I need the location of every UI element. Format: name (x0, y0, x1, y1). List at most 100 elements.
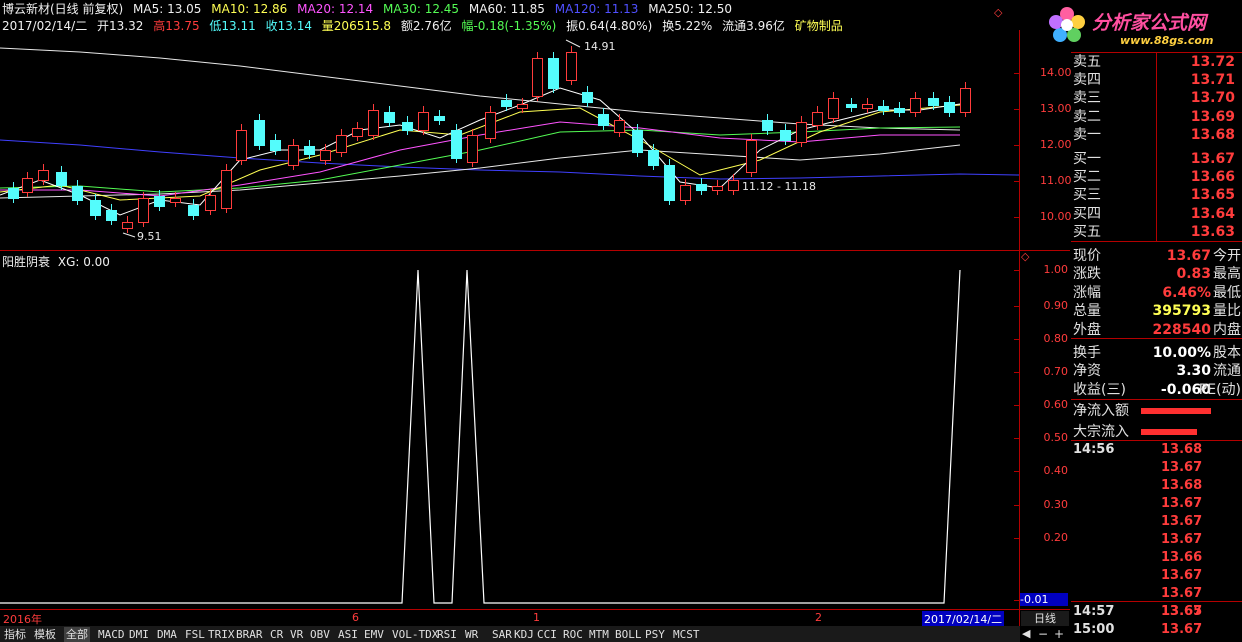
candle-body[interactable] (828, 98, 839, 119)
quote-row[interactable]: 涨跌 0.83 最高 (1073, 265, 1241, 283)
indicator-tab[interactable]: KDJ (512, 627, 536, 642)
finance-row[interactable]: 换手 10.00% 股本 (1073, 344, 1241, 362)
indicator-tab[interactable]: VOL-TDX (390, 627, 440, 642)
candle-body[interactable] (72, 186, 83, 201)
ask-level[interactable]: 卖二 13.69 (1073, 108, 1241, 126)
candle-body[interactable] (188, 205, 199, 216)
candle-body[interactable] (402, 122, 413, 131)
indicator-tab[interactable]: TRIX (206, 627, 237, 642)
indicator-tab[interactable]: BOLL (613, 627, 644, 642)
candle-body[interactable] (138, 198, 149, 223)
ask-level[interactable]: 卖四 13.71 (1073, 71, 1241, 89)
candle-body[interactable] (236, 130, 247, 161)
indicator-tab[interactable]: CCI (535, 627, 559, 642)
indicator-tab[interactable]: RSI (435, 627, 459, 642)
quote-row[interactable]: 涨幅 6.46% 最低 (1073, 284, 1241, 302)
indicator-tab[interactable]: DMI (127, 627, 151, 642)
quote-row[interactable]: 外盘 228540 内盘 (1073, 321, 1241, 339)
candle-body[interactable] (352, 128, 363, 137)
candle-body[interactable] (8, 188, 19, 199)
bid-level[interactable]: 买四 13.64 (1073, 205, 1241, 223)
candle-body[interactable] (712, 186, 723, 191)
candle-body[interactable] (517, 104, 528, 109)
indicator-tab[interactable]: ASI (336, 627, 360, 642)
candle-body[interactable] (796, 122, 807, 143)
candle-body[interactable] (22, 178, 33, 193)
candle-body[interactable] (566, 52, 577, 81)
candle-body[interactable] (434, 116, 445, 121)
candle-body[interactable] (846, 104, 857, 108)
candle-body[interactable] (894, 108, 905, 113)
ask-level[interactable]: 卖五 13.72 (1073, 53, 1241, 71)
indicator-tab[interactable]: PSY (643, 627, 667, 642)
zoom-in-icon[interactable]: + (1054, 627, 1064, 641)
chart-canvas[interactable] (0, 0, 1070, 642)
finance-row[interactable]: 收益(三) -0.060 PE(动) (1073, 381, 1241, 399)
candle-body[interactable] (680, 185, 691, 201)
indicator-tab[interactable]: VR (288, 627, 305, 642)
candle-body[interactable] (90, 200, 101, 216)
candle-body[interactable] (944, 102, 955, 113)
flow-row[interactable]: 大宗流入 (1073, 423, 1241, 441)
indicator-tab[interactable]: SAR (490, 627, 514, 642)
candle-body[interactable] (38, 170, 49, 181)
bid-level[interactable]: 买二 13.66 (1073, 168, 1241, 186)
candle-body[interactable] (270, 140, 281, 151)
candle-body[interactable] (696, 184, 707, 191)
candle-body[interactable] (122, 222, 133, 229)
candle-body[interactable] (288, 145, 299, 166)
indicator-tab[interactable]: 指标 (2, 627, 28, 642)
flow-row[interactable]: 净流入额 (1073, 402, 1241, 420)
candle-body[interactable] (582, 92, 593, 103)
ask-level[interactable]: 卖一 13.68 (1073, 126, 1241, 144)
indicator-tab[interactable]: FSL (183, 627, 207, 642)
candle-body[interactable] (451, 130, 462, 159)
candle-body[interactable] (746, 140, 757, 173)
candle-body[interactable] (632, 130, 643, 153)
candle-body[interactable] (812, 112, 823, 126)
candle-body[interactable] (170, 198, 181, 203)
indicator-tab[interactable]: MACD (96, 627, 127, 642)
candle-body[interactable] (664, 165, 675, 201)
indicator-tab[interactable]: OBV (308, 627, 332, 642)
indicator-tab[interactable]: ROC (561, 627, 585, 642)
candle-body[interactable] (418, 112, 429, 131)
candle-body[interactable] (598, 114, 609, 126)
candle-body[interactable] (384, 112, 395, 123)
candle-body[interactable] (960, 88, 971, 113)
candle-body[interactable] (304, 146, 315, 155)
bid-level[interactable]: 买三 13.65 (1073, 186, 1241, 204)
indicator-tab[interactable]: CR (268, 627, 285, 642)
candle-body[interactable] (614, 120, 625, 133)
candle-body[interactable] (154, 196, 165, 207)
candle-body[interactable] (336, 135, 347, 153)
indicator-tab[interactable]: EMV (362, 627, 386, 642)
candle-body[interactable] (368, 110, 379, 136)
candle-body[interactable] (762, 120, 773, 131)
candle-body[interactable] (728, 180, 739, 191)
bid-level[interactable]: 买一 13.67 (1073, 150, 1241, 168)
candle-body[interactable] (532, 58, 543, 97)
ask-level[interactable]: 卖三 13.70 (1073, 89, 1241, 107)
candle-body[interactable] (780, 130, 791, 141)
finance-row[interactable]: 净资 3.30 流通 (1073, 362, 1241, 380)
indicator-tab[interactable]: BRAR (234, 627, 265, 642)
candle-body[interactable] (648, 150, 659, 166)
indicator-tab[interactable]: 全部 (64, 627, 90, 642)
candle-body[interactable] (106, 210, 117, 221)
quote-row[interactable]: 总量 395793 量比 (1073, 302, 1241, 320)
indicator-tab[interactable]: DMA (155, 627, 179, 642)
candle-body[interactable] (862, 104, 873, 109)
candle-body[interactable] (221, 170, 232, 209)
candle-body[interactable] (501, 100, 512, 107)
quote-row[interactable]: 现价 13.67 今开 (1073, 247, 1241, 265)
candle-body[interactable] (910, 98, 921, 113)
period-tab-daily[interactable]: 日线 (1021, 611, 1069, 626)
candle-body[interactable] (548, 58, 559, 89)
indicator-tab[interactable]: MTM (587, 627, 611, 642)
indicator-tab[interactable]: 模板 (32, 627, 58, 642)
candle-body[interactable] (254, 120, 265, 146)
indicator-tab[interactable]: MCST (671, 627, 702, 642)
scroll-left-icon[interactable]: ◀ (1022, 627, 1030, 640)
candle-body[interactable] (467, 135, 478, 163)
